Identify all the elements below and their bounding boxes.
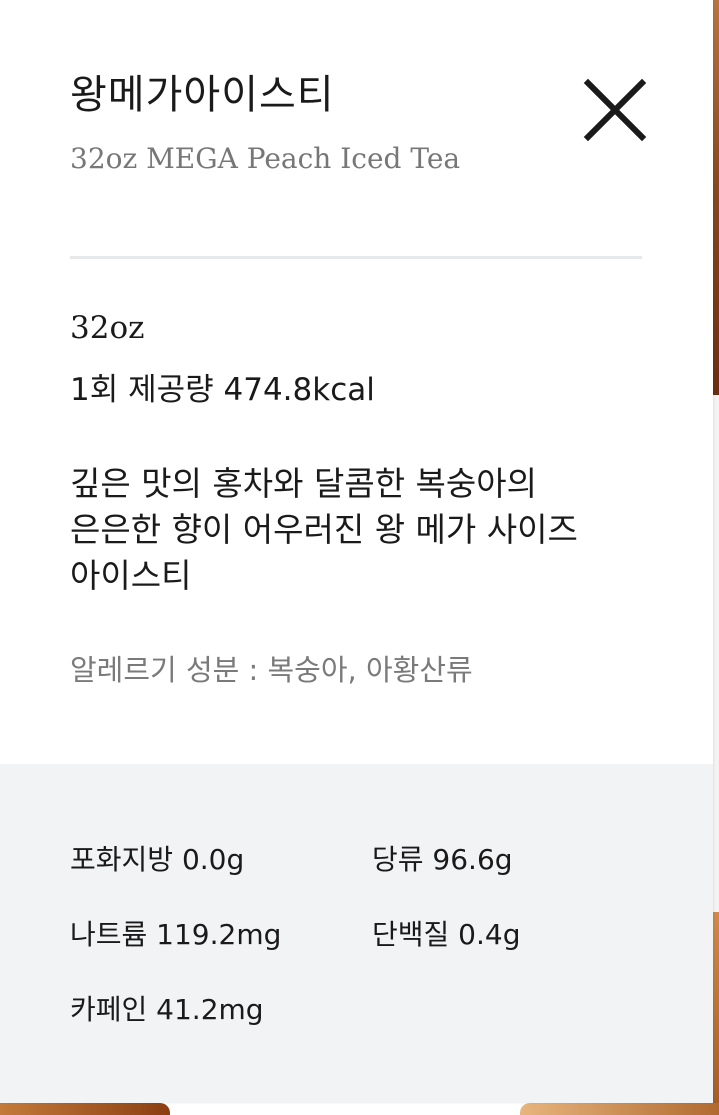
- allergy-info: 알레르기 성분 : 복숭아, 아황산류: [70, 653, 473, 687]
- nutrition-facts: 포화지방 0.0g 당류 96.6g 나트륨 119.2mg 단백질 0.4g …: [0, 764, 713, 1103]
- product-name-english: 32oz MEGA Peach Iced Tea: [70, 142, 461, 175]
- product-detail-panel: 왕메가아이스티 32oz MEGA Peach Iced Tea 32oz 1회…: [0, 0, 713, 1103]
- nutrition-sodium: 나트륨 119.2mg: [70, 918, 282, 951]
- close-button[interactable]: [582, 77, 648, 143]
- product-description: 깊은 맛의 홍차와 달콤한 복숭아의 은은한 향이 어우러진 왕 메가 사이즈 …: [70, 461, 660, 599]
- nutrition-sugar: 당류 96.6g: [372, 843, 513, 876]
- nutrition-caffeine: 카페인 41.2mg: [70, 993, 264, 1026]
- nutrition-saturated-fat: 포화지방 0.0g: [70, 843, 245, 876]
- description-line: 아이스티: [70, 556, 192, 595]
- background-product-photo: [520, 1103, 719, 1115]
- serving-calories: 1회 제공량 474.8kcal: [70, 372, 375, 408]
- header-divider: [70, 256, 642, 259]
- background-product-photo: [713, 0, 719, 395]
- description-line: 은은한 향이 어우러진 왕 메가 사이즈: [70, 510, 578, 549]
- nutrition-protein: 단백질 0.4g: [372, 918, 521, 951]
- description-line: 깊은 맛의 홍차와 달콤한 복숭아의: [70, 464, 537, 503]
- background-product-photo: [0, 1103, 170, 1115]
- product-size: 32oz: [70, 310, 145, 346]
- background-product-photo: [713, 912, 719, 1115]
- close-icon: [583, 78, 647, 142]
- product-name-korean: 왕메가아이스티: [70, 72, 335, 118]
